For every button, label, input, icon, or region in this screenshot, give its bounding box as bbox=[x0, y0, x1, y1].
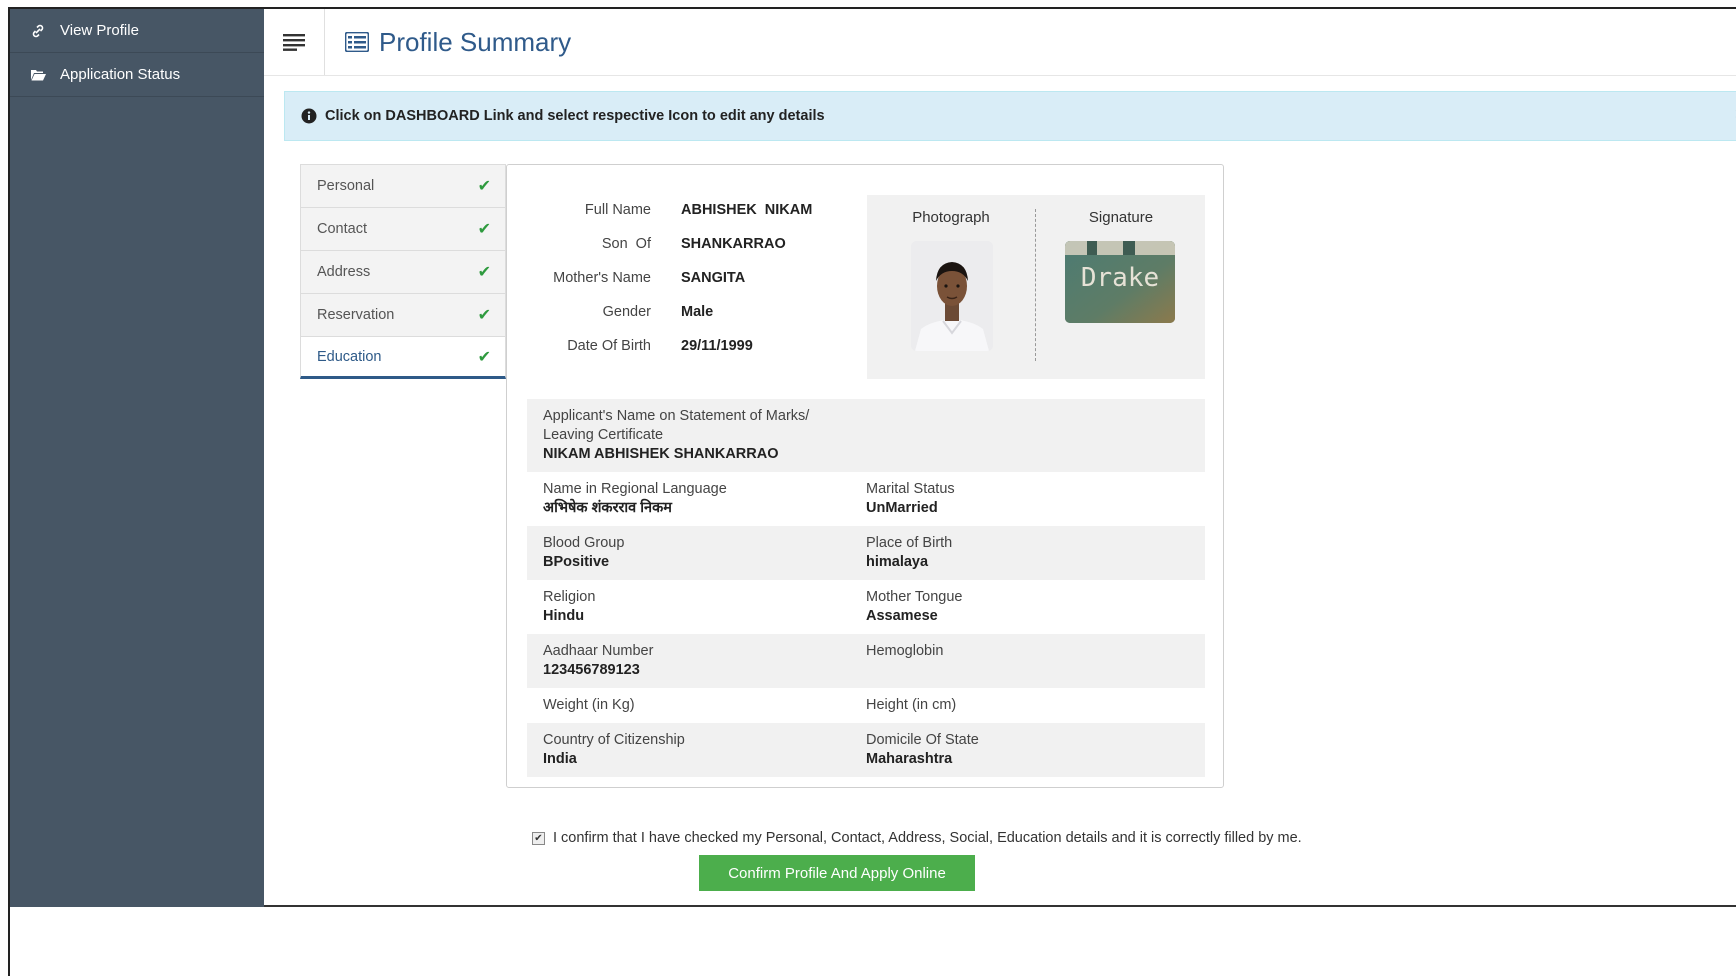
detail-label: Hemoglobin bbox=[866, 643, 944, 659]
field-label: Full Name bbox=[584, 202, 651, 218]
detail-label: Leaving Certificate bbox=[543, 427, 664, 443]
detail-value: himalaya bbox=[866, 554, 929, 570]
field-value: Male bbox=[681, 304, 714, 320]
detail-value: NIKAM ABHISHEK SHANKARRAO bbox=[543, 446, 779, 462]
field-mothers-name: Mother's Name SANGITA bbox=[531, 261, 851, 295]
page-title-text: Profile Summary bbox=[379, 26, 572, 57]
basic-info: Full Name ABHISHEK NIKAM Son Of SHANKARR… bbox=[531, 193, 851, 363]
sidebar-item-view-profile[interactable]: View Profile bbox=[10, 9, 264, 53]
sidebar-item-label: View Profile bbox=[60, 22, 139, 39]
detail-label: Marital Status bbox=[866, 481, 955, 497]
check-icon: ✔ bbox=[477, 264, 491, 281]
link-icon bbox=[28, 24, 48, 38]
divider bbox=[1035, 209, 1036, 361]
field-label: Mother's Name bbox=[553, 270, 651, 286]
tab-label: Education bbox=[317, 348, 382, 365]
info-alert: Click on DASHBOARD Link and select respe… bbox=[284, 91, 1736, 141]
hamburger-icon bbox=[283, 34, 305, 51]
confirm-row: ✔ I confirm that I have checked my Perso… bbox=[532, 830, 1302, 846]
tab-label: Contact bbox=[317, 221, 367, 237]
tab-reservation[interactable]: Reservation ✔ bbox=[300, 293, 506, 336]
field-full-name: Full Name ABHISHEK NIKAM bbox=[531, 193, 851, 227]
signature-label: Signature bbox=[1088, 209, 1154, 226]
applicant-photo bbox=[911, 241, 993, 351]
app-frame: View Profile Application Status Profile … bbox=[8, 7, 1736, 976]
list-alt-icon bbox=[345, 32, 369, 52]
field-value: SHANKARRAO bbox=[681, 236, 786, 252]
profile-card: Full Name ABHISHEK NIKAM Son Of SHANKARR… bbox=[506, 164, 1224, 788]
detail-label: Mother Tongue bbox=[866, 589, 963, 605]
detail-value: UnMarried bbox=[866, 500, 938, 516]
detail-label: Weight (in Kg) bbox=[543, 697, 635, 713]
profile-tabs: Personal ✔ Contact ✔ Address ✔ Reservati… bbox=[300, 164, 506, 379]
signature-text: Drake bbox=[1081, 263, 1159, 293]
confirm-text: I confirm that I have checked my Persona… bbox=[553, 830, 1302, 846]
tab-label: Personal bbox=[317, 178, 375, 194]
field-value: SANGITA bbox=[681, 270, 746, 286]
details-table: Applicant's Name on Statement of Marks/ … bbox=[527, 399, 1205, 777]
field-dob: Date Of Birth 29/11/1999 bbox=[531, 329, 851, 363]
detail-row-statement-name: Applicant's Name on Statement of Marks/ … bbox=[527, 399, 1205, 472]
field-label: Son Of bbox=[601, 236, 651, 252]
detail-label: Domicile Of State bbox=[866, 732, 979, 748]
confirm-apply-button[interactable]: Confirm Profile And Apply Online bbox=[699, 855, 975, 891]
detail-row: Name in Regional Language अभिषेक शंकरराव … bbox=[527, 472, 1205, 526]
tab-label: Address bbox=[317, 264, 371, 280]
tab-personal[interactable]: Personal ✔ bbox=[300, 164, 506, 207]
detail-label: Blood Group bbox=[543, 535, 625, 551]
topbar: Profile Summary bbox=[264, 9, 1736, 76]
main-content: Profile Summary Click on DASHBOARD Link … bbox=[264, 9, 1736, 907]
field-son-of: Son Of SHANKARRAO bbox=[531, 227, 851, 261]
check-icon: ✔ bbox=[477, 307, 491, 324]
detail-label: Place of Birth bbox=[866, 535, 953, 551]
detail-row: Blood Group BPositive Place of Birth himal… bbox=[527, 526, 1205, 580]
detail-label: Country of Citizenship bbox=[543, 732, 685, 748]
detail-row: Country of Citizenship India Domicile Of … bbox=[527, 723, 1205, 777]
detail-value: Maharashtra bbox=[866, 751, 953, 767]
tab-address[interactable]: Address ✔ bbox=[300, 250, 506, 293]
sidebar-item-application-status[interactable]: Application Status bbox=[10, 53, 264, 97]
alert-message: Click on DASHBOARD Link and select respe… bbox=[325, 108, 825, 124]
check-icon: ✔ bbox=[477, 348, 491, 366]
detail-label: Applicant's Name on Statement of Marks/ bbox=[543, 408, 810, 424]
page-title: Profile Summary bbox=[345, 27, 571, 58]
applicant-signature: Drake bbox=[1065, 241, 1175, 323]
detail-label: Height (in cm) bbox=[866, 697, 957, 713]
field-label: Date Of Birth bbox=[567, 338, 651, 354]
info-icon bbox=[301, 108, 317, 124]
detail-value: India bbox=[543, 751, 577, 767]
field-value: 29/11/1999 bbox=[681, 338, 753, 354]
detail-row: Aadhaar Number 123456789123 Hemoglobin bbox=[527, 634, 1205, 688]
folder-open-icon bbox=[28, 69, 48, 81]
detail-label: Name in Regional Language bbox=[543, 481, 727, 497]
field-value: ABHISHEK NIKAM bbox=[681, 202, 813, 218]
check-icon: ✔ bbox=[477, 221, 491, 238]
field-gender: Gender Male bbox=[531, 295, 851, 329]
confirm-checkbox[interactable]: ✔ bbox=[532, 831, 545, 845]
sidebar: View Profile Application Status bbox=[10, 9, 264, 907]
detail-value: अभिषेक शंकरराव निकम bbox=[543, 500, 672, 516]
detail-label: Aadhaar Number bbox=[543, 643, 654, 659]
detail-value: BPositive bbox=[543, 554, 610, 570]
tab-education[interactable]: Education ✔ bbox=[300, 336, 506, 379]
tab-contact[interactable]: Contact ✔ bbox=[300, 207, 506, 250]
field-label: Gender bbox=[602, 304, 651, 320]
detail-value: Hindu bbox=[543, 608, 585, 624]
tab-label: Reservation bbox=[317, 307, 395, 323]
sidebar-item-label: Application Status bbox=[60, 66, 181, 83]
detail-row: Weight (in Kg) Height (in cm) bbox=[527, 688, 1205, 723]
media-panel: Photograph Signature Drake bbox=[867, 195, 1205, 379]
detail-value: 123456789123 bbox=[543, 662, 640, 678]
menu-toggle-button[interactable] bbox=[264, 9, 325, 75]
photograph-label: Photograph bbox=[912, 209, 990, 226]
detail-value: Assamese bbox=[866, 608, 938, 624]
detail-label: Religion bbox=[543, 589, 596, 605]
check-icon: ✔ bbox=[477, 178, 491, 195]
detail-row: Religion Hindu Mother Tongue Assamese bbox=[527, 580, 1205, 634]
